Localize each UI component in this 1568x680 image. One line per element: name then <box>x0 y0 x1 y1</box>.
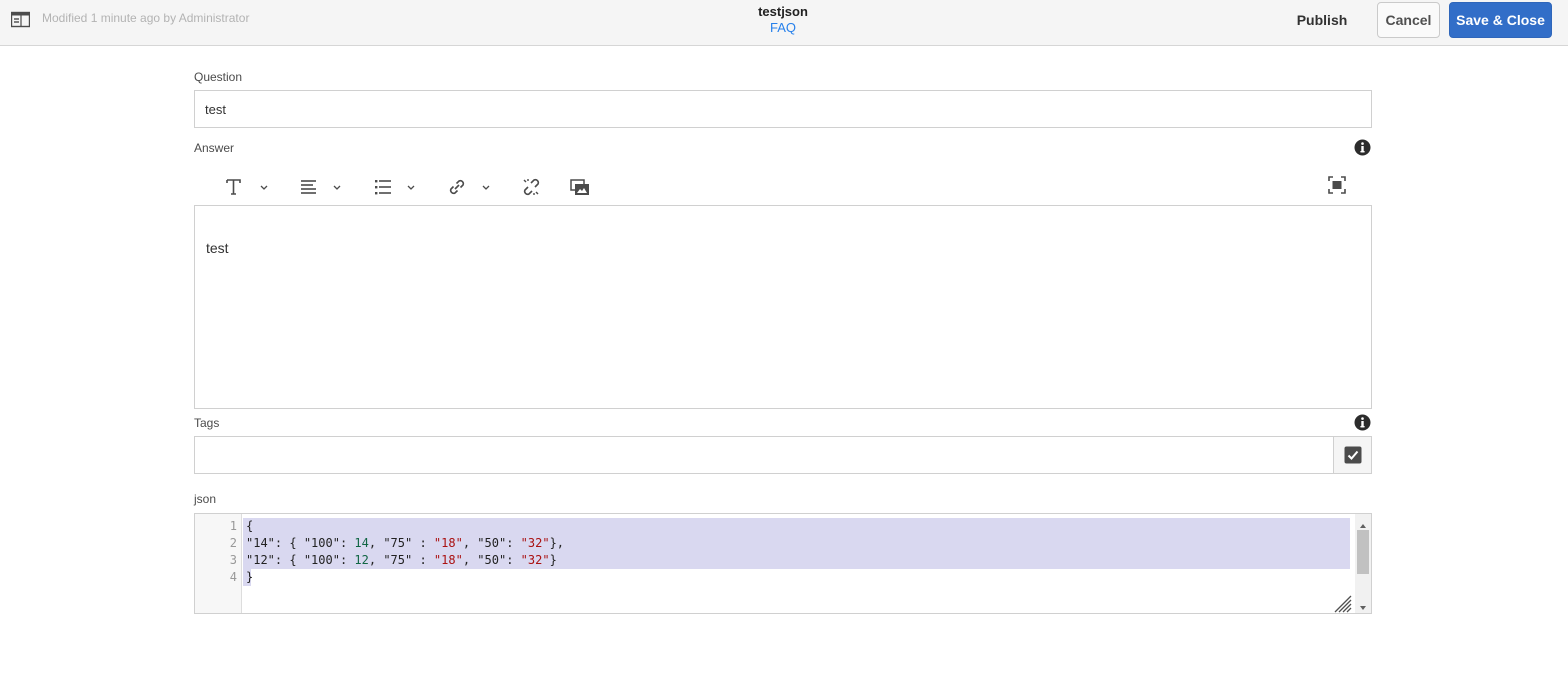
save-close-button[interactable]: Save & Close <box>1449 2 1552 38</box>
line-number: 2 <box>229 536 237 550</box>
unlink-icon <box>523 178 540 196</box>
line-number: 1 <box>229 519 237 533</box>
line-number: 4 <box>229 570 237 584</box>
page-title: testjson <box>758 4 808 19</box>
page-title-block: testjson FAQ <box>683 4 883 36</box>
unlink-button[interactable] <box>520 176 542 198</box>
side-panel-icon[interactable] <box>10 11 31 28</box>
publish-button[interactable]: Publish <box>1285 6 1359 34</box>
fullscreen-icon <box>1328 176 1346 194</box>
paragraph-align-button[interactable] <box>299 176 343 198</box>
line-number: 3 <box>229 553 237 567</box>
cancel-button[interactable]: Cancel <box>1377 2 1440 38</box>
paragraph-align-icon <box>301 180 341 194</box>
tags-info-icon[interactable] <box>1354 414 1371 431</box>
scroll-up-icon[interactable] <box>1357 518 1369 528</box>
question-input[interactable] <box>194 90 1372 128</box>
question-label: Question <box>194 70 243 84</box>
link-button[interactable] <box>446 176 492 198</box>
page-subtitle[interactable]: FAQ <box>683 19 883 36</box>
link-icon <box>449 179 490 195</box>
answer-editor[interactable]: test <box>194 205 1372 409</box>
code-line: "14": { "100": 14, "75" : "18", "50": "3… <box>246 536 565 550</box>
scrollbar-thumb[interactable] <box>1357 530 1369 574</box>
resize-handle-icon[interactable] <box>1334 595 1352 613</box>
scroll-down-icon[interactable] <box>1357 600 1369 610</box>
checkbox-icon <box>1344 446 1361 464</box>
editor-header: Modified 1 minute ago by Administrator t… <box>0 0 1568 46</box>
code-line: } <box>246 570 254 584</box>
tags-input[interactable] <box>194 436 1333 474</box>
json-code-editor[interactable]: 1 2 3 4 { "14": { "100": 14, "75" : "18"… <box>194 513 1372 614</box>
fullscreen-button[interactable] <box>1327 174 1347 196</box>
list-icon <box>375 180 415 195</box>
modified-status: Modified 1 minute ago by Administrator <box>42 11 250 25</box>
json-label: json <box>194 492 217 506</box>
text-format-button[interactable] <box>225 176 269 198</box>
code-line: "12": { "100": 12, "75" : "18", "50": "3… <box>246 553 557 567</box>
image-button[interactable] <box>569 176 591 198</box>
answer-info-icon[interactable] <box>1354 139 1371 156</box>
tags-label: Tags <box>194 416 220 430</box>
code-line: { <box>246 519 254 533</box>
tags-picker-button[interactable] <box>1333 436 1372 474</box>
line-number-gutter: 1 2 3 4 <box>195 514 242 613</box>
image-icon <box>570 179 589 195</box>
list-button[interactable] <box>373 176 417 198</box>
answer-label: Answer <box>194 141 235 155</box>
rte-toolbar <box>194 170 1372 204</box>
answer-text: test <box>206 240 229 256</box>
text-format-icon <box>226 179 268 195</box>
